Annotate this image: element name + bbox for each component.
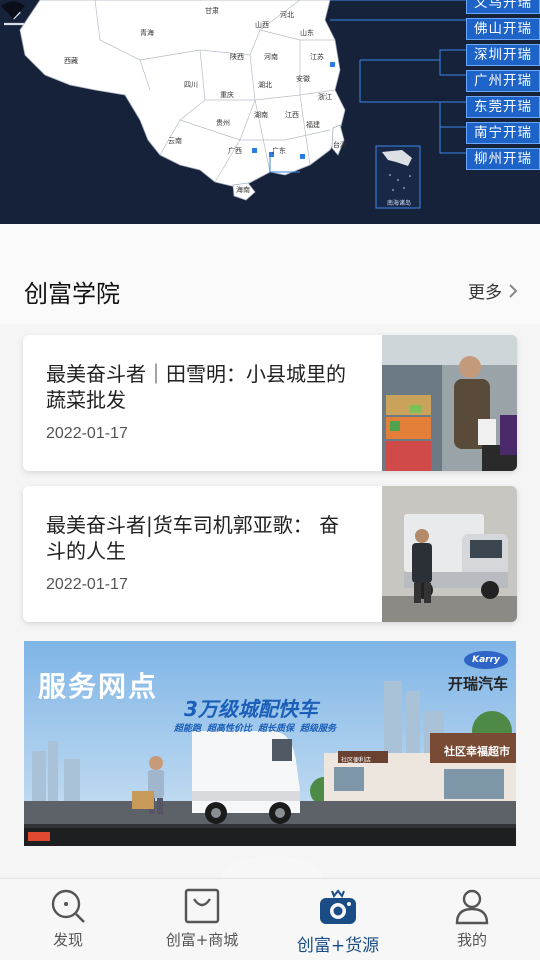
feature-tags: 超能跑 超高性价比 超长质保 超级服务 <box>174 721 336 734</box>
nav-item-discover[interactable]: 发现 <box>28 879 108 960</box>
brand-name: 开瑞汽车 <box>447 675 508 693</box>
south-sea-inset-label: 南海诸岛 <box>387 200 412 207</box>
profile-icon <box>455 889 489 925</box>
province-label: 甘肃 <box>205 7 219 15</box>
province-label: 湖南 <box>254 111 268 119</box>
service-network-banner[interactable]: 服务网点 3万级城配快车 Karry 开瑞汽车 超能跑 超高性价比 超长质保 超… <box>24 641 516 846</box>
main-content: 创富学院 更多 最美奋斗者｜田雪明：小县城里的蔬菜批发 2022-01-17 最… <box>0 224 540 878</box>
city-tag-liuzhou[interactable]: 柳州开瑞 <box>466 148 540 170</box>
nav-label: 创富+货源 <box>296 936 380 956</box>
city-tag-shenzhen[interactable]: 深圳开瑞 <box>466 44 540 66</box>
province-label: 四川 <box>184 81 198 89</box>
city-tag-yiwu[interactable]: 义乌开瑞 <box>466 0 540 14</box>
china-map <box>19 0 468 209</box>
feature-tag: 超长质保 <box>258 724 295 734</box>
chevron-right-icon <box>509 283 518 298</box>
province-label: 陕西 <box>230 53 244 61</box>
province-label: 山西 <box>255 21 269 29</box>
wifi-icon <box>1 1 25 19</box>
province-label: 云南 <box>168 137 182 145</box>
app-page: 青海 西藏 四川 重庆 云南 贵州 广西 广东 海南 湖南 湖北 江西 福建 浙… <box>0 0 540 960</box>
nav-item-mall[interactable]: 创富+商城 <box>156 879 248 960</box>
province-label: 台湾 <box>333 141 347 149</box>
store-sign-small: 社区便利店 <box>341 757 372 764</box>
article-date: 2022-01-17 <box>46 576 128 593</box>
city-tag-nanning[interactable]: 南宁开瑞 <box>466 122 540 144</box>
city-tag-guangzhou[interactable]: 广州开瑞 <box>466 70 540 92</box>
article-date: 2022-01-17 <box>46 425 128 442</box>
city-tag-dongguan[interactable]: 东莞开瑞 <box>466 96 540 118</box>
article-card[interactable]: 最美奋斗者｜田雪明：小县城里的蔬菜批发 2022-01-17 <box>23 335 517 471</box>
nav-label: 创富+商城 <box>165 931 239 949</box>
dealer-map-banner[interactable]: 青海 西藏 四川 重庆 云南 贵州 广西 广东 海南 湖南 湖北 江西 福建 浙… <box>0 0 540 224</box>
province-label: 广西 <box>228 147 242 155</box>
feature-tag: 超能跑 <box>174 724 202 734</box>
brand-logo: Karry 开瑞汽车 <box>448 647 508 694</box>
promo-slogan: 3万级城配快车 <box>184 697 318 721</box>
province-label: 浙江 <box>318 93 332 101</box>
section-header: 创富学院 更多 <box>0 224 540 324</box>
province-label: 重庆 <box>220 91 234 99</box>
province-label: 海南 <box>236 186 250 194</box>
nav-item-source[interactable]: 创富+货源 <box>292 879 384 960</box>
brand-badge: Karry <box>464 651 508 669</box>
bottom-nav: 发现 创富+商城 创富+货源 我的 <box>0 878 540 960</box>
feature-tag: 超级服务 <box>300 724 337 734</box>
province-label: 湖北 <box>258 81 272 89</box>
section-title: 创富学院 <box>24 280 120 308</box>
camera-icon <box>320 889 356 924</box>
nav-label: 我的 <box>456 931 487 949</box>
province-label: 福建 <box>306 121 320 129</box>
city-tag-foshan[interactable]: 佛山开瑞 <box>466 18 540 40</box>
province-label: 江苏 <box>310 53 324 61</box>
article-thumbnail <box>382 486 517 622</box>
more-link[interactable]: 更多 <box>468 278 518 303</box>
province-label: 安徽 <box>296 75 310 83</box>
store-sign: 社区幸福超市 <box>444 745 510 758</box>
dealer-city-list: 义乌开瑞 佛山开瑞 深圳开瑞 广州开瑞 东莞开瑞 南宁开瑞 柳州开瑞 <box>466 0 540 174</box>
province-label: 河北 <box>280 11 294 19</box>
article-title: 最美奋斗者｜田雪明：小县城里的蔬菜批发 <box>46 362 346 412</box>
nav-item-profile[interactable]: 我的 <box>432 879 512 960</box>
promo-title: 服务网点 <box>38 670 159 703</box>
province-label: 青海 <box>140 29 154 37</box>
province-label: 河南 <box>264 53 278 61</box>
province-label: 山东 <box>300 29 314 37</box>
nav-label: 发现 <box>52 931 83 949</box>
discover-icon <box>51 889 85 923</box>
article-card[interactable]: 最美奋斗者|货车司机郭亚歌： 奋斗的人生 2022-01-17 <box>23 486 517 622</box>
province-label: 广东 <box>272 147 286 155</box>
feature-tag: 超高性价比 <box>207 724 253 734</box>
article-title: 最美奋斗者|货车司机郭亚歌： 奋斗的人生 <box>46 513 340 563</box>
more-label: 更多 <box>468 283 502 303</box>
article-thumbnail <box>382 335 517 471</box>
province-label: 江西 <box>285 111 299 119</box>
mall-bag-icon <box>184 888 220 924</box>
province-label: 西藏 <box>64 57 78 65</box>
province-label: 贵州 <box>216 119 230 127</box>
